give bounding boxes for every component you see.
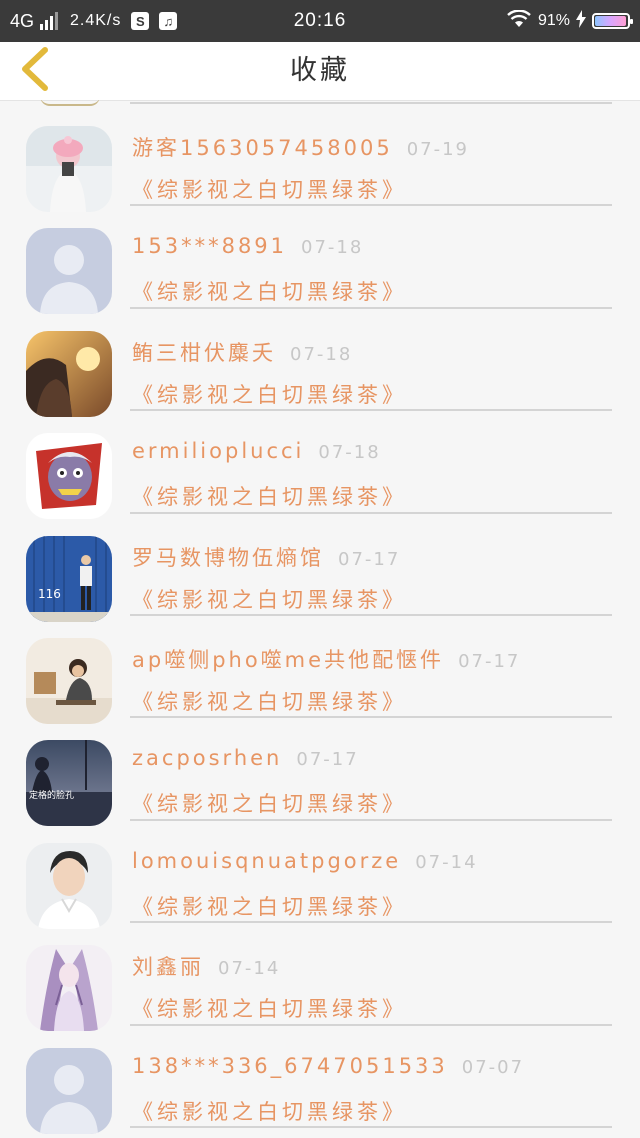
list-item[interactable]: 116 罗马数博物伍熵馆 07-17 《综影视之白切黑绿茶》 [0, 514, 640, 622]
container-number: 116 [38, 587, 61, 601]
item-meta: ap噬侧pho噬me共他配惬件 07-17 [132, 644, 520, 674]
user-name: ap噬侧pho噬me共他配惬件 [132, 647, 445, 672]
list-item[interactable]: ap噬侧pho噬me共他配惬件 07-17 《综影视之白切黑绿茶》 [0, 616, 640, 724]
user-name: zacposrhen [132, 746, 283, 771]
book-title[interactable]: 《综影视之白切黑绿茶》 [132, 276, 407, 306]
user-name: ermilioplucci [132, 439, 305, 464]
list-item[interactable]: 定格的脸孔 zacposrhen 07-17 《综影视之白切黑绿茶》 [0, 718, 640, 827]
book-title[interactable]: 《综影视之白切黑绿茶》 [132, 993, 407, 1023]
item-date: 07-18 [301, 237, 364, 259]
user-name: 153***8891 [132, 234, 288, 259]
user-avatar[interactable] [26, 433, 112, 520]
item-meta: ermilioplucci 07-18 [132, 439, 381, 463]
item-date: 07-17 [458, 650, 521, 672]
user-avatar[interactable]: 定格的脸孔 [26, 740, 112, 827]
status-bar-right: 91% [506, 0, 633, 42]
item-date: 07-14 [218, 958, 281, 980]
list-item[interactable]: lomouisqnuatpgorze 07-14 《综影视之白切黑绿茶》 [0, 821, 640, 929]
user-avatar[interactable] [26, 637, 112, 724]
item-date: 07-14 [415, 851, 478, 873]
battery-percent: 91% [537, 12, 570, 29]
book-title[interactable]: 《综影视之白切黑绿茶》 [132, 379, 407, 409]
item-date: 07-17 [338, 548, 401, 570]
status-bar: 4G 2.4K/s S ♫ 20:16 91% [0, 0, 640, 42]
item-meta: zacposrhen 07-17 [132, 746, 359, 770]
item-date: 07-17 [296, 749, 359, 771]
book-title[interactable]: 《综影视之白切黑绿茶》 [132, 584, 407, 614]
user-name: lomouisqnuatpgorze [132, 848, 402, 873]
list-item[interactable]: 刘鑫丽 07-14 《综影视之白切黑绿茶》 [0, 923, 640, 1032]
battery-icon [592, 13, 633, 29]
user-avatar[interactable] [26, 228, 112, 315]
item-meta: 鲔三柑伏麋夭 07-18 [132, 337, 352, 367]
item-date: 07-18 [290, 343, 353, 365]
list-item[interactable]: ermilioplucci 07-18 《综影视之白切黑绿茶》 [0, 411, 640, 520]
item-meta: lomouisqnuatpgorze 07-14 [132, 849, 478, 873]
item-date: 07-07 [461, 1056, 525, 1078]
page-header: 收藏 [0, 42, 640, 101]
user-name: 游客1563057458005 [132, 136, 393, 160]
item-date: 07-19 [406, 139, 470, 160]
item-meta: 罗马数博物伍熵馆 07-17 [132, 542, 400, 572]
avatar-caption: 定格的脸孔 [29, 789, 74, 801]
book-title[interactable]: 《综影视之白切黑绿茶》 [132, 1096, 407, 1126]
list-item[interactable]: 游客1563057458005 07-19 《综影视之白切黑绿茶》 [0, 104, 640, 212]
user-name: 138***336_6747051533 [132, 1053, 448, 1078]
item-meta: 153***8891 07-18 [132, 234, 363, 258]
item-meta: 刘鑫丽 07-14 [132, 951, 280, 981]
book-title[interactable]: 《综影视之白切黑绿茶》 [132, 686, 407, 716]
user-avatar[interactable] [26, 330, 112, 417]
item-meta: 游客1563057458005 07-19 [132, 132, 469, 162]
user-name: 鲔三柑伏麋夭 [132, 340, 276, 365]
book-title[interactable]: 《综影视之白切黑绿茶》 [132, 481, 407, 511]
user-avatar[interactable] [26, 842, 112, 929]
user-name: 刘鑫丽 [132, 955, 204, 980]
user-name: 罗马数博物伍熵馆 [132, 545, 324, 570]
book-title[interactable]: 《综影视之白切黑绿茶》 [132, 788, 407, 818]
book-title[interactable]: 《综影视之白切黑绿茶》 [132, 891, 407, 921]
user-avatar[interactable] [26, 126, 112, 212]
list-item[interactable]: 鲔三柑伏麋夭 07-18 《综影视之白切黑绿茶》 [0, 309, 640, 417]
list-item[interactable]: 138***336_6747051533 07-07 《综影视之白切黑绿茶》 [0, 1026, 640, 1134]
list-item[interactable]: 153***8891 07-18 《综影视之白切黑绿茶》 [0, 206, 640, 315]
book-title[interactable]: 《综影视之白切黑绿茶》 [132, 174, 407, 204]
charging-icon [576, 9, 586, 33]
user-avatar[interactable] [26, 945, 112, 1032]
favorites-list: 游客1563057458005 07-19 《综影视之白切黑绿茶》 153***8… [0, 100, 640, 1138]
page-title: 收藏 [290, 55, 350, 86]
item-meta: 138***336_6747051533 07-07 [132, 1054, 524, 1078]
divider [130, 1125, 612, 1128]
item-date: 07-18 [318, 442, 381, 464]
user-avatar[interactable]: 116 [26, 535, 112, 622]
user-avatar[interactable] [26, 1047, 112, 1134]
wifi-icon [506, 8, 532, 33]
